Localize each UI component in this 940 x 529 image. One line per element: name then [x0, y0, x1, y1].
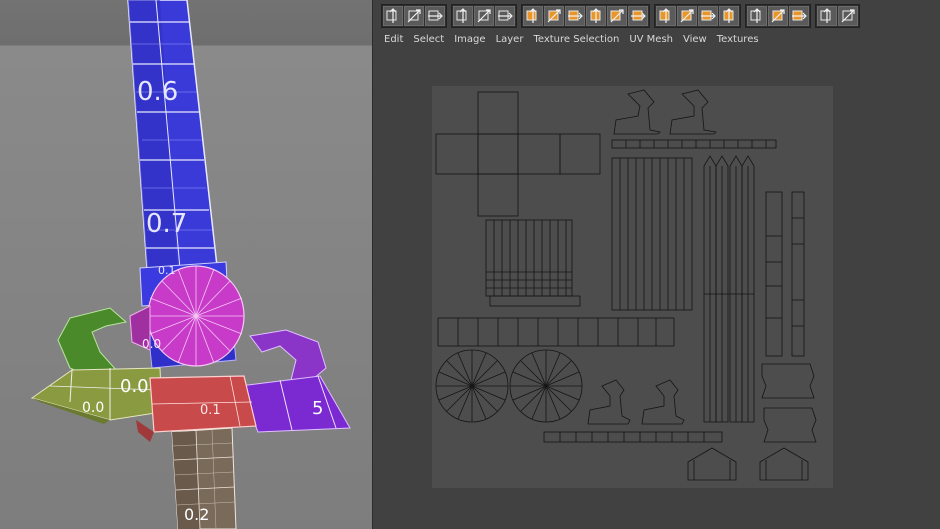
uv-mesh-wireframe — [435, 89, 817, 481]
hide-checker-button[interactable] — [838, 6, 858, 26]
selection-tool-button[interactable] — [383, 6, 403, 26]
hide-checker-icon — [841, 9, 855, 23]
align-vertical-button[interactable] — [565, 6, 585, 26]
fit-selection-button[interactable] — [495, 6, 515, 26]
align-bottom-button[interactable] — [544, 6, 564, 26]
toolbar-group — [745, 4, 811, 28]
align-horizontal-button[interactable] — [586, 6, 606, 26]
pack-icon — [792, 10, 807, 21]
sword-model: 0.6 0.7 0.0 0.0 5 0.1 0.2 0.0 0.1 — [30, 0, 351, 529]
distribute-vertical-button[interactable] — [719, 6, 739, 26]
move-icon — [750, 8, 761, 23]
uv-canvas[interactable] — [432, 86, 833, 488]
rect-select-icon — [407, 9, 421, 23]
align-top-icon — [526, 8, 537, 23]
uv-label: 0.0 — [142, 337, 161, 351]
flip-vertical-icon — [680, 9, 694, 23]
flip-horizontal-icon — [659, 8, 670, 23]
show-checker-button[interactable] — [817, 6, 837, 26]
menu-view[interactable]: View — [678, 34, 712, 45]
align-bottom-icon — [547, 9, 561, 23]
stitch-icon — [631, 10, 646, 21]
distribute-vertical-icon — [723, 8, 734, 23]
align-top-button[interactable] — [523, 6, 543, 26]
show-checker-icon — [820, 8, 831, 23]
rect-select-button[interactable] — [404, 6, 424, 26]
frame-icon — [477, 9, 491, 23]
menu-edit[interactable]: Edit — [379, 34, 408, 45]
grid-snap-button[interactable] — [453, 6, 473, 26]
align-vertical-icon — [568, 10, 583, 21]
uv-label: 0.7 — [146, 209, 187, 239]
frame-button[interactable] — [474, 6, 494, 26]
menu-bar: Edit Select Image Layer Texture Selectio… — [373, 30, 764, 48]
toolbar-group — [381, 4, 447, 28]
flip-horizontal-button[interactable] — [656, 6, 676, 26]
pack-button[interactable] — [789, 6, 809, 26]
3d-viewport[interactable]: 0.6 0.7 0.0 0.0 5 0.1 0.2 0.0 0.1 — [0, 0, 372, 529]
menu-select[interactable]: Select — [408, 34, 449, 45]
uv-label: 0.1 — [200, 403, 221, 418]
align-horizontal-icon — [590, 8, 601, 23]
flip-vertical-button[interactable] — [677, 6, 697, 26]
menu-texture-selection[interactable]: Texture Selection — [528, 34, 624, 45]
menu-image[interactable]: Image — [449, 34, 490, 45]
relax-icon — [771, 9, 785, 23]
align-grid-icon — [610, 9, 624, 23]
distribute-horizontal-button[interactable] — [698, 6, 718, 26]
fit-selection-icon — [498, 10, 513, 21]
menu-textures[interactable]: Textures — [712, 34, 764, 45]
move-button[interactable] — [747, 6, 767, 26]
uv-label: 5 — [312, 398, 323, 419]
distribute-horizontal-icon — [701, 10, 716, 21]
uv-label: 0.0 — [120, 376, 149, 397]
selection-tool-icon — [386, 8, 397, 23]
lasso-select-icon — [428, 10, 443, 21]
uv-toolbar — [381, 3, 860, 29]
toolbar-group — [521, 4, 650, 28]
stitch-button[interactable] — [628, 6, 648, 26]
uv-label: 0.2 — [184, 505, 209, 524]
align-grid-button[interactable] — [607, 6, 627, 26]
toolbar-group — [451, 4, 517, 28]
lasso-select-button[interactable] — [425, 6, 445, 26]
menu-layer[interactable]: Layer — [491, 34, 529, 45]
uv-label: 0.0 — [82, 400, 104, 416]
toolbar-group — [815, 4, 860, 28]
relax-button[interactable] — [768, 6, 788, 26]
menu-uv-mesh[interactable]: UV Mesh — [624, 34, 678, 45]
uv-label: 0.1 — [158, 264, 176, 277]
toolbar-group — [654, 4, 741, 28]
grid-snap-icon — [456, 8, 467, 23]
uv-editor-panel: Edit Select Image Layer Texture Selectio… — [372, 0, 940, 529]
uv-label: 0.6 — [137, 77, 178, 107]
